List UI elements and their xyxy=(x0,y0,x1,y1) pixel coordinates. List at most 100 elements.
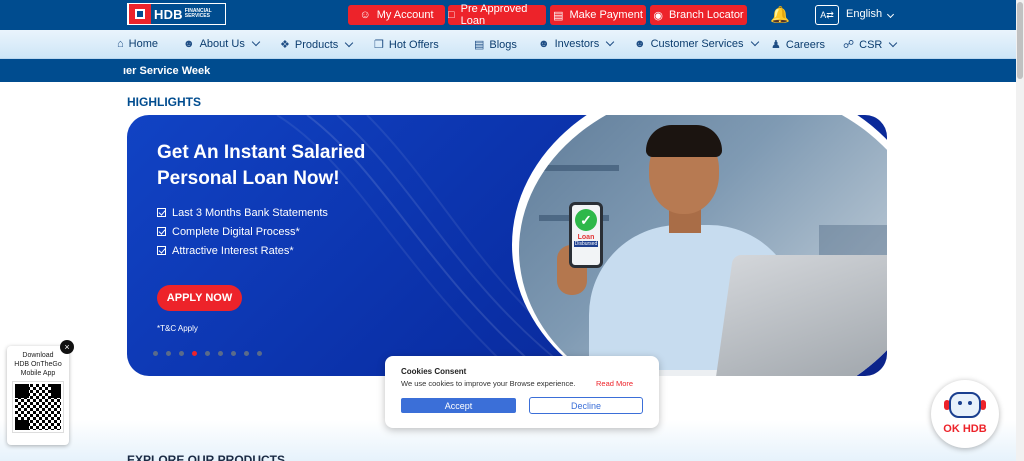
cookie-consent-dialog: Cookies Consent We use cookies to improv… xyxy=(385,356,659,428)
nav-about-us-label: About Us xyxy=(199,38,245,50)
read-more-link[interactable]: Read More xyxy=(596,379,633,388)
highlights-heading: HIGHLIGHTS xyxy=(127,95,201,109)
bullet-item: Complete Digital Process* xyxy=(157,222,328,241)
decline-button[interactable]: Decline xyxy=(529,397,643,414)
carousel-dot[interactable] xyxy=(257,351,262,356)
promo-banner[interactable]: ✓ Loan Disbursed Get An Instant Salaried… xyxy=(127,115,887,376)
chatbot-label: OK HDB xyxy=(943,423,987,435)
users-icon: ☻ xyxy=(183,38,195,50)
blog-icon: ▤ xyxy=(474,39,485,51)
apply-now-button[interactable]: APPLY NOW xyxy=(157,285,242,311)
location-pin-icon: ◉ xyxy=(653,9,663,22)
make-payment-button[interactable]: ▤ Make Payment xyxy=(550,5,646,25)
make-payment-label: Make Payment xyxy=(569,9,643,21)
bullet-item: Attractive Interest Rates* xyxy=(157,241,328,260)
phone-graphic: ✓ Loan Disbursed xyxy=(569,202,603,268)
pre-approved-loan-button[interactable]: □ Pre Approved Loan xyxy=(448,3,546,27)
handshake-icon: ☍ xyxy=(843,39,855,51)
language-select[interactable]: English xyxy=(846,8,895,20)
check-icon: ✓ xyxy=(575,209,597,231)
chevron-down-icon xyxy=(345,38,354,47)
nav-investors[interactable]: ☻ Investors xyxy=(538,37,615,50)
bullet-text: Last 3 Months Bank Statements xyxy=(172,206,328,219)
cubes-icon: ❖ xyxy=(280,39,290,51)
cookie-title: Cookies Consent xyxy=(401,367,467,376)
nav-customer-services[interactable]: ☻ Customer Services xyxy=(634,37,759,50)
carousel-dot[interactable] xyxy=(179,351,184,356)
nav-investors-label: Investors xyxy=(554,38,600,50)
logo-text: HDB xyxy=(154,6,183,22)
chevron-down-icon xyxy=(750,37,759,47)
logo-subtext: FINANCIAL SERVICES xyxy=(184,8,212,19)
carousel-dot[interactable] xyxy=(244,351,249,356)
nav-csr[interactable]: ☍ CSR xyxy=(843,38,898,51)
carousel-dot[interactable] xyxy=(166,351,171,356)
main-nav: ⌂ Home ☻ About Us ❖ Products ❐ Hot Offer… xyxy=(0,30,1016,59)
nav-about-us[interactable]: ☻ About Us xyxy=(183,37,261,50)
close-icon[interactable]: × xyxy=(60,340,74,354)
announcement-marquee: ıer Service Week xyxy=(0,59,1016,82)
carousel-dot[interactable] xyxy=(218,351,223,356)
checkbox-icon xyxy=(157,208,166,217)
nav-careers-label: Careers xyxy=(785,38,825,51)
person-icon: ♟ xyxy=(771,39,781,51)
carousel-dots xyxy=(153,351,262,356)
nav-careers[interactable]: ♟ Careers xyxy=(771,38,825,52)
my-account-label: My Account xyxy=(376,9,434,21)
chatbot-button[interactable]: OK HDB xyxy=(931,380,999,448)
explore-heading: EXPLORE OUR PRODUCTS xyxy=(127,453,286,461)
nav-blogs-label: Blogs xyxy=(489,38,517,51)
phone-text-loan: Loan xyxy=(577,234,595,241)
gift-icon: ❐ xyxy=(374,39,384,51)
app-widget-line1: Download xyxy=(22,352,54,359)
terms-note: *T&C Apply xyxy=(157,324,198,333)
chevron-down-icon xyxy=(605,37,615,47)
chevron-down-icon xyxy=(887,10,895,19)
app-widget-line2: HDB OnTheGo xyxy=(14,361,62,368)
branch-locator-button[interactable]: ◉ Branch Locator xyxy=(650,5,747,25)
robot-icon xyxy=(949,392,981,418)
nav-home-label: Home xyxy=(128,38,158,50)
qr-code-icon xyxy=(12,381,64,433)
bullet-text: Complete Digital Process* xyxy=(172,225,300,238)
bell-icon[interactable]: 🔔 xyxy=(770,5,790,24)
my-account-button[interactable]: ☺ My Account xyxy=(348,5,445,25)
hdb-logo[interactable]: HDB FINANCIAL SERVICES xyxy=(127,3,226,25)
payment-icon: ▤ xyxy=(553,9,564,22)
nav-hot-offers[interactable]: ❐ Hot Offers xyxy=(374,38,439,52)
nav-hot-offers-label: Hot Offers xyxy=(388,38,439,51)
banner-title: Get An Instant Salaried Personal Loan No… xyxy=(157,142,366,189)
user-icon: ☺ xyxy=(359,9,371,21)
home-icon: ⌂ xyxy=(117,38,124,50)
branch-locator-label: Branch Locator xyxy=(669,9,744,21)
app-widget-line3: Mobile App xyxy=(20,370,56,377)
app-download-widget[interactable]: Download HDB OnTheGo Mobile App xyxy=(7,346,69,445)
page-scrollbar[interactable] xyxy=(1016,0,1024,461)
chevron-down-icon xyxy=(889,38,898,47)
carousel-dot[interactable] xyxy=(231,351,236,356)
cookie-text: We use cookies to improve your Browse ex… xyxy=(401,379,576,388)
logo-mark-icon xyxy=(129,4,151,24)
banner-bullets: Last 3 Months Bank Statements Complete D… xyxy=(157,203,328,260)
bullet-text: Attractive Interest Rates* xyxy=(172,244,294,257)
bullet-item: Last 3 Months Bank Statements xyxy=(157,203,328,222)
carousel-dot[interactable] xyxy=(205,351,210,356)
nav-products-label: Products xyxy=(294,38,339,51)
support-icon: ☻ xyxy=(634,38,646,50)
language-icon[interactable]: A⇄ xyxy=(815,5,839,25)
carousel-dot[interactable] xyxy=(192,351,197,356)
marquee-text: ıer Service Week xyxy=(123,65,211,77)
nav-home[interactable]: ⌂ Home xyxy=(117,38,158,50)
pre-approved-loan-label: Pre Approved Loan xyxy=(460,3,528,27)
checkbox-icon xyxy=(157,246,166,255)
nav-blogs[interactable]: ▤ Blogs xyxy=(474,38,517,52)
scrollbar-thumb[interactable] xyxy=(1017,2,1023,79)
nav-csr-label: CSR xyxy=(859,38,883,51)
carousel-dot[interactable] xyxy=(153,351,158,356)
chevron-down-icon xyxy=(251,37,261,47)
bookmark-icon: □ xyxy=(448,9,455,21)
checkbox-icon xyxy=(157,227,166,236)
phone-text-disbursed: Disbursed xyxy=(573,241,599,247)
accept-button[interactable]: Accept xyxy=(401,398,516,413)
nav-products[interactable]: ❖ Products xyxy=(280,38,354,51)
